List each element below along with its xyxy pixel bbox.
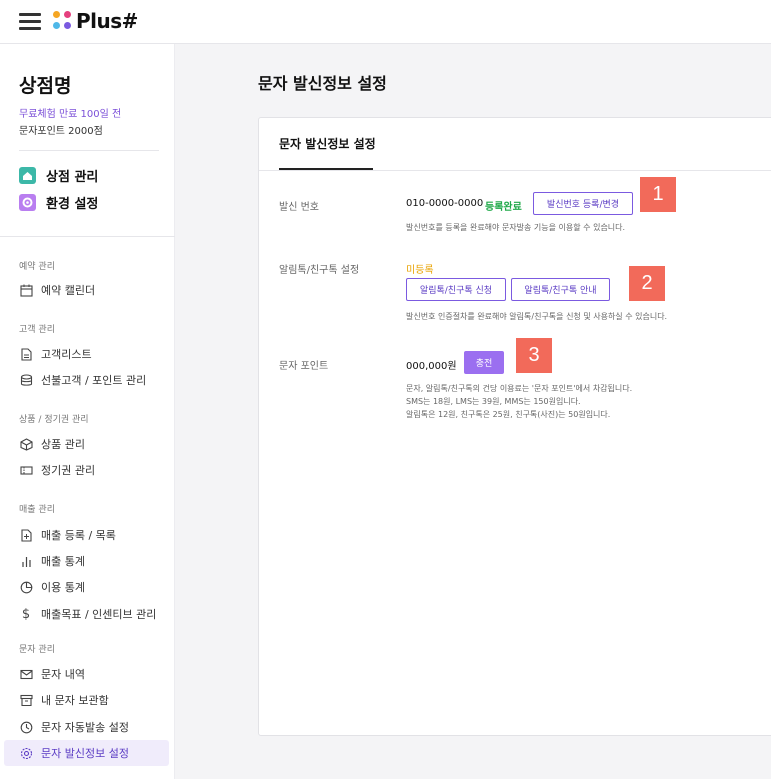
database-icon bbox=[19, 373, 33, 387]
sidebar-item-usage-stats[interactable]: 이용 통계 bbox=[4, 574, 169, 600]
sms-points-help-1: 문자, 알림톡/친구톡의 건당 이용료는 '문자 포인트'에서 차감됩니다. bbox=[406, 384, 633, 393]
sidebar-item-store-management[interactable]: 상점 관리 bbox=[19, 166, 98, 185]
sidebar-item-label: 예약 캘린더 bbox=[41, 284, 96, 297]
annotation-badge-2: 2 bbox=[629, 266, 665, 301]
cube-icon bbox=[19, 437, 33, 451]
sidebar-item-product-management[interactable]: 상품 관리 bbox=[4, 431, 169, 457]
sender-number-value: 010-0000-0000 bbox=[406, 198, 484, 209]
hamburger-menu-icon[interactable] bbox=[19, 13, 41, 31]
sidebar-item-prepaid-customer[interactable]: 선불고객 / 포인트 관리 bbox=[4, 367, 169, 393]
section-title-reservation: 예약 관리 bbox=[19, 262, 55, 272]
section-title-sales: 매출 관리 bbox=[19, 505, 55, 515]
divider bbox=[0, 236, 175, 237]
sidebar-item-sms-archive[interactable]: 내 문자 보관함 bbox=[4, 687, 169, 713]
sender-help-text: 발신번호를 등록을 완료해야 문자발송 기능을 이용할 수 있습니다. bbox=[406, 223, 626, 232]
pie-chart-icon bbox=[19, 580, 33, 594]
page-title: 문자 발신정보 설정 bbox=[258, 74, 387, 93]
tab-sender-settings[interactable]: 문자 발신정보 설정 bbox=[279, 135, 376, 152]
sidebar-item-label: 문자 자동발송 설정 bbox=[41, 721, 129, 734]
file-plus-icon bbox=[19, 528, 33, 542]
annotation-badge-1: 1 bbox=[640, 177, 676, 212]
tab-divider bbox=[259, 170, 771, 171]
sms-points-help-2: SMS는 18원, LMS는 39원, MMS는 150원입니다. bbox=[406, 397, 581, 406]
section-title-sms: 문자 관리 bbox=[19, 645, 55, 655]
sidebar: 상점명 무료체험 만료 100일 전 문자포인트 2000점 상점 관리 환경 … bbox=[0, 44, 175, 779]
sms-points-amount: 000,000원 bbox=[406, 361, 457, 372]
alimtalk-guide-button[interactable]: 알림톡/친구톡 안내 bbox=[511, 278, 610, 301]
sidebar-item-label: 상점 관리 bbox=[46, 170, 99, 185]
sidebar-item-label: 이용 통계 bbox=[41, 581, 85, 594]
sidebar-item-pass-management[interactable]: 정기권 관리 bbox=[4, 457, 169, 483]
logo-text: Plus# bbox=[76, 9, 138, 33]
alimtalk-status-badge: 미등록 bbox=[406, 265, 434, 276]
top-bar: Plus# bbox=[0, 0, 771, 44]
sidebar-item-label: 선불고객 / 포인트 관리 bbox=[41, 374, 147, 387]
store-name: 상점명 bbox=[19, 75, 72, 97]
annotation-badge-3: 3 bbox=[516, 338, 552, 373]
sms-points-label: 문자 포인트 bbox=[279, 361, 329, 372]
sidebar-item-label: 환경 설정 bbox=[46, 197, 99, 212]
sidebar-item-label: 매출목표 / 인센티브 관리 bbox=[41, 608, 157, 621]
trial-status: 무료체험 만료 100일 전 bbox=[19, 109, 122, 120]
alimtalk-apply-button[interactable]: 알림톡/친구톡 신청 bbox=[406, 278, 506, 301]
sender-status-badge: 등록완료 bbox=[485, 202, 522, 213]
settings-card: 문자 발신정보 설정 발신 번호 010-0000-0000 등록완료 발신번호… bbox=[258, 117, 771, 736]
ticket-icon bbox=[19, 463, 33, 477]
sidebar-item-customer-list[interactable]: 고객리스트 bbox=[4, 341, 169, 367]
gear-icon bbox=[19, 746, 33, 760]
alimtalk-help-text: 발신번호 인증절차를 완료해야 알림톡/친구톡을 신청 및 사용하실 수 있습니… bbox=[406, 312, 668, 321]
alimtalk-label: 알림톡/친구톡 설정 bbox=[279, 265, 360, 276]
sidebar-item-label: 상품 관리 bbox=[41, 438, 85, 451]
sms-points: 문자포인트 2000점 bbox=[19, 126, 103, 137]
sidebar-item-sales-goal[interactable]: $ 매출목표 / 인센티브 관리 bbox=[4, 601, 169, 627]
divider bbox=[19, 150, 159, 151]
sender-register-button[interactable]: 발신번호 등록/변경 bbox=[533, 192, 633, 215]
sidebar-item-sms-sender-settings[interactable]: 문자 발신정보 설정 bbox=[4, 740, 169, 766]
sidebar-item-sms-auto[interactable]: 문자 자동발송 설정 bbox=[4, 714, 169, 740]
settings-icon bbox=[19, 194, 36, 211]
charge-button[interactable]: 충전 bbox=[464, 351, 504, 374]
logo-mark-icon bbox=[53, 11, 73, 31]
sidebar-item-sms-history[interactable]: 문자 내역 bbox=[4, 661, 169, 687]
sidebar-item-label: 매출 통계 bbox=[41, 555, 85, 568]
sender-number-label: 발신 번호 bbox=[279, 202, 319, 213]
sidebar-item-sales-stats[interactable]: 매출 통계 bbox=[4, 548, 169, 574]
sms-points-help-3: 알림톡은 12원, 친구톡은 25원, 친구톡(사진)는 50원입니다. bbox=[406, 410, 611, 419]
home-icon bbox=[19, 167, 36, 184]
section-title-product: 상품 / 정기권 관리 bbox=[19, 415, 89, 425]
sidebar-item-label: 문자 발신정보 설정 bbox=[41, 747, 129, 760]
sidebar-item-label: 매출 등록 / 목록 bbox=[41, 529, 116, 542]
dollar-icon: $ bbox=[21, 606, 31, 622]
clock-icon bbox=[19, 720, 33, 734]
calendar-icon bbox=[19, 283, 33, 297]
section-title-customer: 고객 관리 bbox=[19, 325, 55, 335]
app-logo[interactable]: Plus# bbox=[53, 9, 138, 33]
sidebar-item-reservation-calendar[interactable]: 예약 캘린더 bbox=[4, 277, 169, 303]
mail-icon bbox=[19, 667, 33, 681]
sidebar-item-label: 정기권 관리 bbox=[41, 464, 96, 477]
archive-icon bbox=[19, 693, 33, 707]
bar-chart-icon bbox=[19, 554, 33, 568]
sidebar-item-label: 내 문자 보관함 bbox=[41, 694, 109, 707]
sidebar-item-label: 고객리스트 bbox=[41, 348, 92, 361]
sidebar-item-settings[interactable]: 환경 설정 bbox=[19, 193, 98, 212]
sidebar-item-sales-register[interactable]: 매출 등록 / 목록 bbox=[4, 522, 169, 548]
sidebar-item-label: 문자 내역 bbox=[41, 668, 85, 681]
document-icon bbox=[19, 347, 33, 361]
